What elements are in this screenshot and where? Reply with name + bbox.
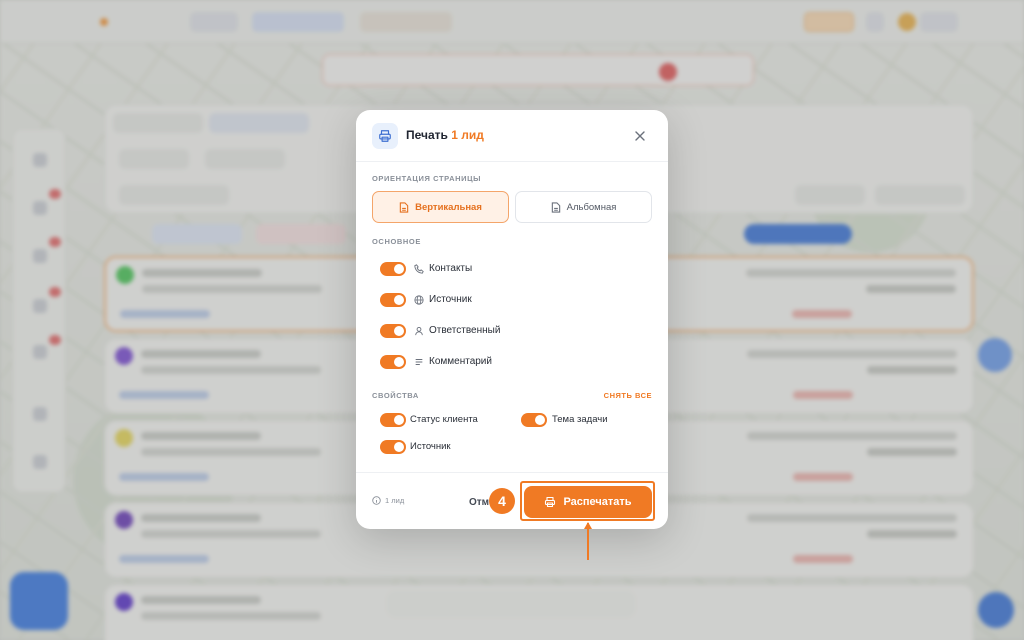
option-property-source-label: Источник [410,441,451,452]
orientation-landscape-button[interactable]: Альбомная [515,191,652,223]
basic-section-label: Основное [372,237,421,246]
orientation-portrait-label: Вертикальная [415,201,482,213]
modal-title-text: Печать [406,128,448,142]
properties-section-label: Свойства [372,391,419,400]
portrait-page-icon [399,201,409,213]
footer-count: 1 лид [372,496,404,505]
toggle-responsible[interactable] [380,324,406,338]
printer-icon [372,123,398,149]
phone-icon [414,264,424,274]
option-client-status-label: Статус клиента [410,414,478,425]
toggle-comment[interactable] [380,355,406,369]
close-icon[interactable] [632,128,648,144]
modal-header: Печать 1 лид [356,110,668,162]
cancel-button[interactable]: Отм [469,497,489,508]
user-icon [414,326,424,336]
up-arrow-icon [584,522,592,560]
landscape-page-icon [551,201,560,213]
orientation-landscape-label: Альбомная [566,201,617,213]
toggle-property-source[interactable] [380,440,406,454]
toggle-source[interactable] [380,293,406,307]
footer-count-text: 1 лид [385,496,405,505]
clear-all-button[interactable]: Снять все [604,391,652,400]
modal-title-count: 1 лид [451,128,484,142]
option-contacts-label: Контакты [429,263,473,274]
orientation-section-label: Ориентация страницы [372,174,482,183]
globe-icon [414,295,424,305]
step-badge: 4 [489,488,515,514]
info-icon [372,496,381,505]
option-responsible-label: Ответственный [429,325,501,336]
toggle-task-topic[interactable] [521,413,547,427]
option-task-topic-label: Тема задачи [552,414,608,425]
print-modal: Печать 1 лид Ориентация страницы Вертика… [356,110,668,529]
lines-icon [414,357,424,367]
toggle-contacts[interactable] [380,262,406,276]
toggle-client-status[interactable] [380,413,406,427]
highlight-box [520,481,655,521]
orientation-portrait-button[interactable]: Вертикальная [372,191,509,223]
option-comment-label: Комментарий [429,356,492,367]
modal-title: Печать 1 лид [406,128,484,142]
option-source-label: Источник [429,294,472,305]
